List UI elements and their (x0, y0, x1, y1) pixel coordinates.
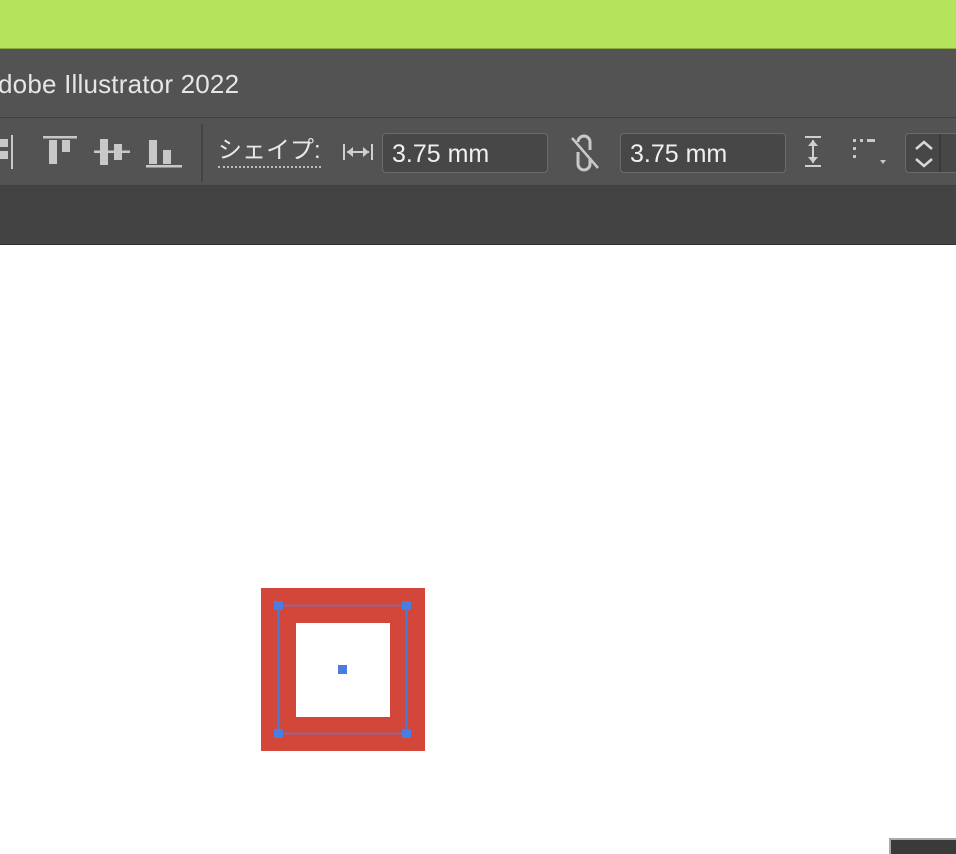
toolbar-separator (201, 124, 203, 182)
selection-handle[interactable] (402, 729, 411, 738)
align-top-icon[interactable] (42, 134, 78, 170)
width-icon (342, 140, 374, 164)
align-vertical-center-icon[interactable] (93, 134, 131, 170)
transform-reference-icon[interactable] (850, 136, 890, 170)
selection-handle[interactable] (274, 729, 283, 738)
floating-panel-edge (889, 838, 956, 854)
align-bottom-icon[interactable] (145, 134, 183, 170)
height-icon (800, 134, 826, 170)
stepper-field[interactable] (905, 133, 956, 173)
shape-label[interactable]: シェイプ: (218, 137, 321, 168)
center-point-handle[interactable] (338, 665, 347, 674)
stepper-icon[interactable] (912, 137, 936, 171)
artboard-canvas[interactable] (0, 246, 956, 854)
app-title: dobe Illustrator 2022 (0, 69, 240, 99)
height-input[interactable]: 3.75 mm (620, 133, 786, 173)
unlink-proportions-icon[interactable] (566, 134, 604, 172)
document-tab-bar (0, 186, 956, 245)
selection-handle[interactable] (402, 601, 411, 610)
top-accent-bar (0, 0, 956, 49)
distribute-icon[interactable] (0, 132, 16, 172)
selection-handle[interactable] (274, 601, 283, 610)
artwork-svg[interactable] (0, 246, 956, 854)
title-bar: dobe Illustrator 2022 (0, 49, 956, 118)
width-input[interactable]: 3.75 mm (382, 133, 548, 173)
